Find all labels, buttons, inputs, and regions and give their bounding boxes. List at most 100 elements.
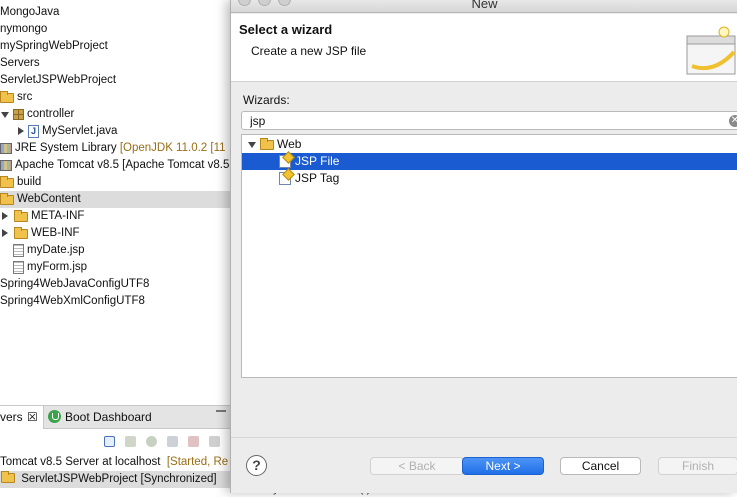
explorer-row-build[interactable]: build xyxy=(0,174,232,191)
next-button[interactable]: Next > xyxy=(462,457,544,475)
stop-icon[interactable] xyxy=(188,436,199,447)
wizard-item-label: JSP Tag xyxy=(295,171,340,185)
explorer-row-mydate-jsp[interactable]: myDate.jsp xyxy=(0,242,232,259)
wizard-category-label: Web xyxy=(277,137,302,151)
new-wizard-dialog: New Select a wizard Create a new JSP fil… xyxy=(230,0,737,493)
wizard-category-web[interactable]: Web xyxy=(242,136,737,153)
tab-servers[interactable]: vers ☒ xyxy=(0,406,44,429)
library-icon xyxy=(0,160,12,171)
explorer-row-servletjspwebproject[interactable]: ServletJSPWebProject xyxy=(0,72,232,89)
wizard-item-jsp-tag[interactable]: JSP Tag xyxy=(242,170,737,187)
explorer-row-meta-inf[interactable]: META-INF xyxy=(0,208,232,225)
header-description: Create a new JSP file xyxy=(251,44,367,58)
profile-icon[interactable] xyxy=(167,436,178,447)
wizard-header: Select a wizard Create a new JSP file xyxy=(231,14,737,82)
folder-icon xyxy=(14,227,28,239)
help-icon: ? xyxy=(252,457,261,473)
explorer-row-spring4webjavaconfig[interactable]: Spring4WebJavaConfigUTF8 xyxy=(0,276,232,293)
start-icon[interactable] xyxy=(146,436,157,447)
explorer-row-webcontent[interactable]: WebContent xyxy=(0,191,232,208)
jsp-tag-icon xyxy=(279,172,291,185)
debug-icon[interactable] xyxy=(125,436,136,447)
wizard-banner-icon xyxy=(686,26,736,75)
wizard-item-label: JSP File xyxy=(295,154,340,168)
collapse-toggle-icon[interactable] xyxy=(0,225,10,242)
spring-boot-icon xyxy=(48,410,61,423)
server-row[interactable]: Tomcat v8.5 Server at localhost [Started… xyxy=(0,454,232,471)
explorer-row-label: META-INF xyxy=(31,210,85,222)
explorer-row-label: Servers xyxy=(0,57,40,69)
finish-button[interactable]: Finish xyxy=(658,457,737,475)
wizard-item-jsp-file[interactable]: JSP File xyxy=(242,153,737,170)
explorer-row-jre-library[interactable]: JRE System Library [OpenJDK 11.0.2 [11 xyxy=(0,140,232,157)
library-version-decorator: [OpenJDK 11.0.2 [11 xyxy=(119,142,226,154)
expand-toggle-icon[interactable] xyxy=(0,106,10,123)
explorer-row-src[interactable]: src xyxy=(0,89,232,106)
wizard-filter-input[interactable] xyxy=(250,113,720,128)
collapse-all-icon[interactable] xyxy=(104,436,115,447)
cancel-button[interactable]: Cancel xyxy=(560,457,641,475)
button-bar-divider xyxy=(231,437,737,438)
folder-icon xyxy=(260,138,274,150)
explorer-row-nymongo[interactable]: nymongo xyxy=(0,21,232,38)
explorer-row-label: MongoJava xyxy=(0,6,60,18)
folder-icon xyxy=(0,91,14,103)
library-icon xyxy=(0,143,12,154)
wizards-label: Wizards: xyxy=(243,93,290,107)
explorer-row-myform-jsp[interactable]: myForm.jsp xyxy=(0,259,232,276)
views-tab-bar: vers ☒ Boot Dashboard xyxy=(0,405,232,429)
expand-toggle-icon[interactable] xyxy=(247,136,257,153)
servers-toolbar xyxy=(0,430,232,452)
folder-icon xyxy=(0,193,14,205)
wizard-filter-box: ✕ xyxy=(241,111,737,130)
explorer-row-label: src xyxy=(17,91,33,103)
explorer-row-label: myForm.jsp xyxy=(27,261,88,273)
server-project-label: ServletJSPWebProject [Synchronized] xyxy=(21,473,217,485)
jsp-file-icon xyxy=(279,155,291,168)
collapse-toggle-icon[interactable] xyxy=(16,123,26,140)
folder-icon xyxy=(14,210,28,222)
close-icon[interactable]: ☒ xyxy=(27,406,38,429)
jsp-file-icon xyxy=(13,261,24,274)
explorer-row-spring4webxmlconfig[interactable]: Spring4WebXmlConfigUTF8 xyxy=(0,293,232,310)
explorer-row-myspringwebproject[interactable]: mySpringWebProject xyxy=(0,38,232,55)
explorer-row-servers[interactable]: Servers xyxy=(0,55,232,72)
explorer-row-controller[interactable]: controller xyxy=(0,106,232,123)
server-name: Tomcat v8.5 Server at localhost xyxy=(0,456,161,468)
collapse-toggle-icon[interactable] xyxy=(0,208,10,225)
explorer-row-label: Spring4WebXmlConfigUTF8 xyxy=(0,295,145,307)
package-icon xyxy=(13,109,24,120)
tab-boot-dashboard[interactable]: Boot Dashboard xyxy=(48,406,152,429)
explorer-row-label: Apache Tomcat v8.5 [Apache Tomcat v8.5 xyxy=(15,159,230,171)
minimize-icon[interactable] xyxy=(216,410,226,412)
window-titlebar: New xyxy=(231,0,737,13)
explorer-row-mongojava[interactable]: MongoJava xyxy=(0,4,232,21)
explorer-row-tomcat-library[interactable]: Apache Tomcat v8.5 [Apache Tomcat v8.5 xyxy=(0,157,232,174)
java-file-icon: J xyxy=(28,125,39,138)
explorer-row-label: build xyxy=(17,176,42,188)
publish-icon[interactable] xyxy=(209,436,220,447)
back-button[interactable]: < Back xyxy=(370,457,464,475)
server-project-row[interactable]: ServletJSPWebProject [Synchronized] xyxy=(0,471,232,488)
explorer-row-label: myDate.jsp xyxy=(27,244,85,256)
project-icon xyxy=(1,471,15,483)
folder-icon xyxy=(0,176,14,188)
project-explorer: MongoJava nymongo mySpringWebProject Ser… xyxy=(0,0,232,404)
explorer-row-label: Spring4WebJavaConfigUTF8 xyxy=(0,278,150,290)
explorer-row-label: WEB-INF xyxy=(31,227,80,239)
explorer-row-myservlet-java[interactable]: J MyServlet.java xyxy=(0,123,232,140)
server-state: [Started, Re xyxy=(166,456,229,468)
jsp-file-icon xyxy=(13,244,24,257)
tab-servers-label: vers xyxy=(0,410,23,424)
explorer-row-label: controller xyxy=(27,108,75,120)
explorer-row-web-inf[interactable]: WEB-INF xyxy=(0,225,232,242)
clear-search-icon[interactable]: ✕ xyxy=(729,115,737,127)
header-title: Select a wizard xyxy=(239,22,333,37)
help-button[interactable]: ? xyxy=(246,455,267,476)
window-title: New xyxy=(471,0,498,11)
explorer-row-label: WebContent xyxy=(17,193,81,205)
servers-list: Tomcat v8.5 Server at localhost [Started… xyxy=(0,452,232,497)
wizard-tree: Web JSP File JSP Tag xyxy=(241,134,737,378)
explorer-row-label: nymongo xyxy=(0,23,48,35)
explorer-row-label: JRE System Library xyxy=(15,142,117,154)
